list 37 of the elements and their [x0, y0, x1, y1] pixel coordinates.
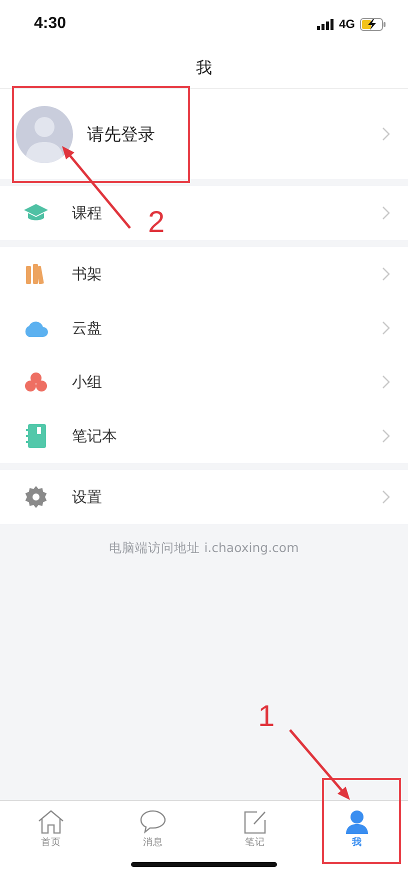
- menu-label[interactable]: 小组: [72, 372, 102, 392]
- menu-label[interactable]: 设置: [72, 488, 102, 506]
- menu-label[interactable]: 书架: [72, 264, 102, 284]
- avatar-icon: [16, 106, 73, 162]
- chat-bubble-icon: [140, 810, 166, 834]
- home-icon: [38, 810, 64, 834]
- login-prompt: 请先登录: [87, 124, 156, 146]
- nav-tab[interactable]: 笔记: [204, 801, 306, 857]
- menu-label[interactable]: 笔记本: [72, 426, 117, 446]
- login-row[interactable]: 请先登录: [0, 89, 408, 179]
- step-number: 1: [258, 700, 275, 734]
- chevron-right-icon: [382, 206, 390, 220]
- menu-label[interactable]: 云盘: [72, 318, 102, 338]
- edit-note-icon: [243, 810, 267, 834]
- settings-icon: [25, 486, 47, 508]
- nav-tab[interactable]: 消息: [102, 801, 204, 857]
- chevron-right-icon: [382, 267, 390, 281]
- graduation-cap-icon: [23, 203, 49, 223]
- annotation-arrow: [289, 729, 350, 800]
- chevron-right-icon: [382, 490, 390, 504]
- page-title: 我: [196, 58, 212, 78]
- signal-icon: [316, 18, 334, 30]
- status-time: 4:30: [34, 15, 66, 33]
- person-icon: [346, 810, 368, 834]
- books-icon: [25, 264, 47, 284]
- chevron-right-icon: [382, 429, 390, 443]
- chevron-right-icon: [382, 321, 390, 335]
- chevron-right-icon: [382, 375, 390, 389]
- network-label: 4G: [338, 17, 355, 31]
- cloud-icon: [23, 319, 49, 337]
- battery-charging-icon: [360, 18, 386, 30]
- chevron-right-icon: [382, 127, 390, 141]
- notebook-icon: [26, 424, 46, 448]
- web-address-note: 电脑端访问地址 i.chaoxing.com: [109, 540, 299, 557]
- circles-icon: [25, 372, 47, 392]
- menu-label[interactable]: 课程: [72, 204, 102, 222]
- step-number: 2: [148, 206, 165, 240]
